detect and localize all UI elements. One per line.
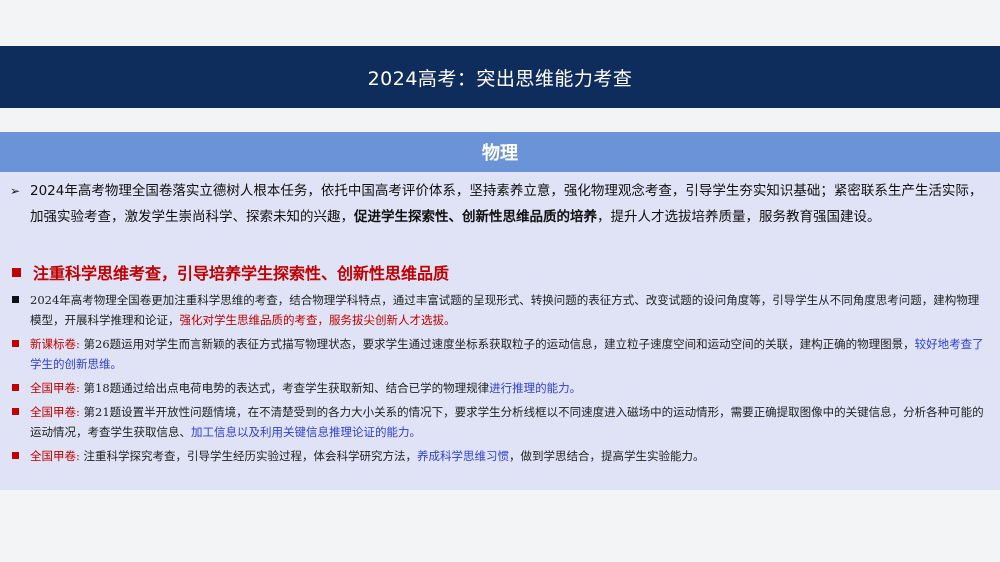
red-square-icon (12, 267, 21, 277)
point-list: 2024年高考物理全国卷更加注重科学思维的考查，结合物理学科特点，通过丰富试题的… (10, 290, 985, 470)
list-item: 2024年高考物理全国卷更加注重科学思维的考查，结合物理学科特点，通过丰富试题的… (10, 290, 985, 330)
red-square-icon (12, 384, 19, 391)
intro-paragraph: ➢ 2024年高考物理全国卷落实立德树人根本任务，依托中国高考评价体系，坚持素养… (10, 178, 990, 230)
arrow-bullet-icon: ➢ (10, 184, 21, 198)
list-item: 新课标卷: 第26题运用对学生而言新颖的表征方式描写物理状态，要求学生通过速度坐… (10, 334, 985, 374)
item-highlight: 加工信息以及利用关键信息推理论证的能力。 (191, 425, 421, 439)
page-title: 2024高考：突出思维能力考查 (367, 67, 633, 90)
list-item: 全国甲卷: 注重科学探究考查，引导学生经历实验过程，体会科学研究方法，养成科学思… (10, 446, 985, 466)
list-item: 全国甲卷: 第18题通过给出点电荷电势的表达式，考查学生获取新知、结合已学的物理… (10, 378, 985, 398)
title-bar: 2024高考：突出思维能力考查 (0, 46, 1000, 108)
item-highlight: 养成科学思维习惯 (417, 449, 510, 463)
red-square-icon (12, 452, 19, 459)
item-highlight: 进行推理的能力。 (489, 381, 582, 395)
item-text: 第18题通过给出点电荷电势的表达式，考查学生获取新知、结合已学的物理规律 (83, 381, 490, 395)
section-header: 物理 (0, 132, 1000, 172)
key-heading-text: 注重科学思维考查，引导培养学生探索性、创新性思维品质 (33, 264, 450, 283)
item-prefix: 全国甲卷: (30, 381, 80, 395)
key-heading: 注重科学思维考查，引导培养学生探索性、创新性思维品质 (10, 260, 990, 284)
red-square-icon (12, 340, 19, 347)
item-text: 第21题设置半开放性问题情境，在不清楚受到的各力大小关系的情况下，要求学生分析线… (30, 405, 984, 439)
list-item: 全国甲卷: 第21题设置半开放性问题情境，在不清楚受到的各力大小关系的情况下，要… (10, 402, 985, 442)
item-prefix: 全国甲卷: (30, 405, 80, 419)
item-prefix: 新课标卷: (30, 337, 80, 351)
black-square-icon (12, 296, 19, 303)
intro-text-b: ，提升人才选拔培养质量，服务教育强国建设。 (597, 209, 881, 225)
item-text: 2024年高考物理全国卷更加注重科学思维的考查，结合物理学科特点，通过丰富试题的… (30, 293, 980, 327)
intro-text: 2024年高考物理全国卷落实立德树人根本任务，依托中国高考评价体系，坚持素养立意… (30, 178, 990, 230)
red-square-icon (12, 408, 19, 415)
item-highlight: 强化对学生思维品质的考查，服务拔尖创新人才选拔。 (179, 313, 456, 327)
section-label: 物理 (482, 143, 518, 164)
item-prefix: 全国甲卷: (30, 449, 80, 463)
item-tail: ，做到学思结合，提高学生实验能力。 (509, 449, 705, 463)
intro-text-bold: 促进学生探索性、创新性思维品质的培养 (354, 209, 597, 225)
item-text: 注重科学探究考查，引导学生经历实验过程，体会科学研究方法， (83, 449, 418, 463)
item-text: 第26题运用对学生而言新颖的表征方式描写物理状态，要求学生通过速度坐标系获取粒子… (83, 337, 915, 351)
